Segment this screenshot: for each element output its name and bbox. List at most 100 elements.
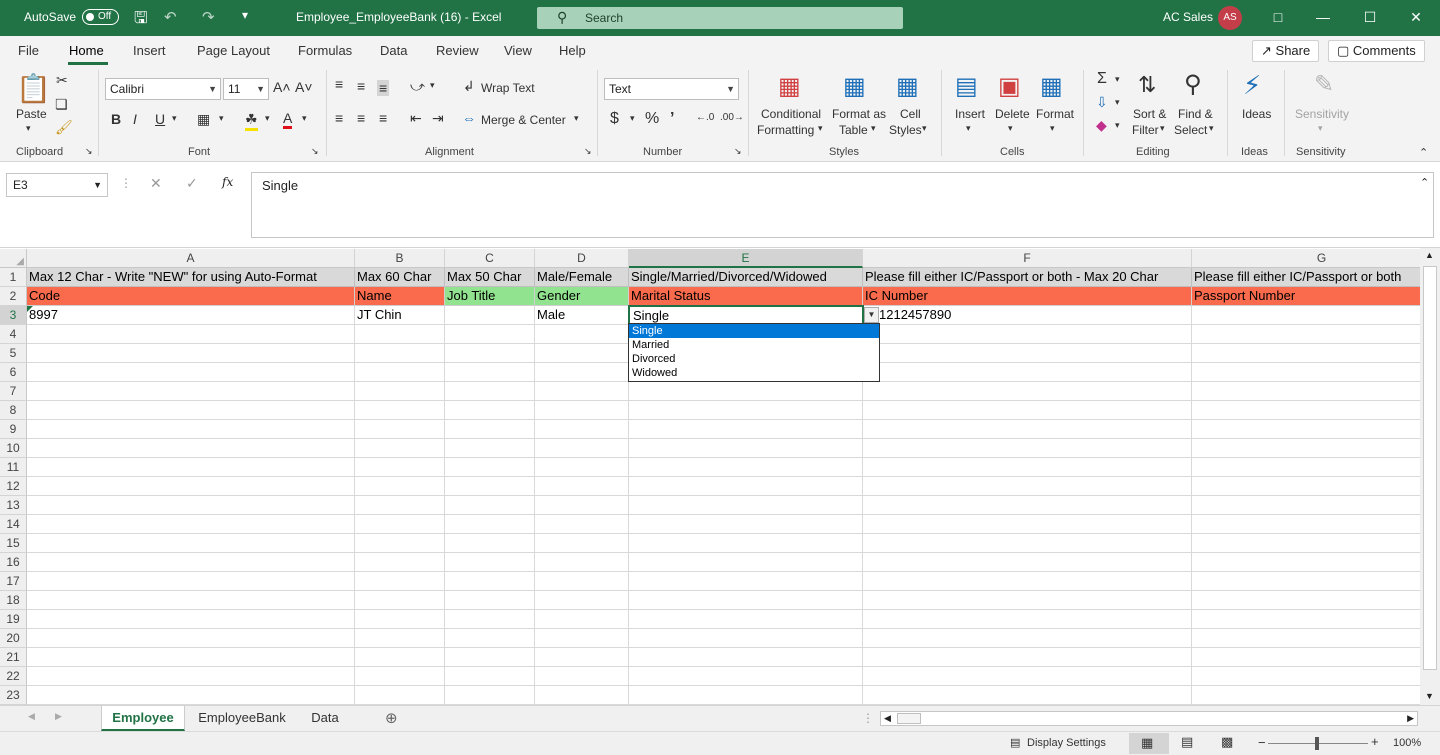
tab-help[interactable]: Help xyxy=(559,43,586,58)
empty-cell[interactable] xyxy=(27,363,355,382)
empty-cell[interactable] xyxy=(863,610,1192,629)
empty-cell[interactable] xyxy=(445,629,535,648)
search-box[interactable]: ⚲ Search xyxy=(537,7,903,29)
zoom-level[interactable]: 100% xyxy=(1393,737,1421,749)
decrease-font-icon[interactable]: A˅ xyxy=(295,79,313,95)
empty-cell[interactable] xyxy=(1192,344,1420,363)
row-header[interactable]: 1 xyxy=(0,268,27,287)
font-launcher-icon[interactable]: ↘ xyxy=(311,146,319,157)
empty-cell[interactable] xyxy=(629,496,863,515)
row-header[interactable]: 10 xyxy=(0,439,27,458)
empty-cell[interactable] xyxy=(863,344,1192,363)
cell-b3[interactable]: JT Chin xyxy=(355,306,445,325)
format-painter-icon[interactable]: 🖌 xyxy=(55,119,73,136)
align-middle-icon[interactable]: ≡ xyxy=(357,78,365,94)
ideas-button-label[interactable]: Ideas xyxy=(1242,107,1271,121)
clear-icon[interactable]: ◆ xyxy=(1096,117,1107,134)
save-icon[interactable]: 🖫 xyxy=(134,7,148,34)
empty-cell[interactable] xyxy=(1192,553,1420,572)
display-settings-label[interactable]: Display Settings xyxy=(1027,737,1106,749)
empty-cell[interactable] xyxy=(445,591,535,610)
empty-cell[interactable] xyxy=(535,496,629,515)
empty-cell[interactable] xyxy=(1192,496,1420,515)
number-format-combo[interactable]: Text ▼ xyxy=(604,78,739,100)
empty-cell[interactable] xyxy=(445,382,535,401)
empty-cell[interactable] xyxy=(629,420,863,439)
cell-d3[interactable]: Male xyxy=(535,306,629,325)
empty-cell[interactable] xyxy=(863,477,1192,496)
empty-cell[interactable] xyxy=(863,363,1192,382)
customize-qat-icon[interactable]: ▾ xyxy=(242,8,248,22)
chevron-down-icon[interactable]: ▾ xyxy=(1115,97,1120,108)
tab-insert[interactable]: Insert xyxy=(133,43,166,58)
font-color-icon[interactable]: A xyxy=(283,110,293,129)
empty-cell[interactable] xyxy=(355,648,445,667)
empty-cell[interactable] xyxy=(1192,591,1420,610)
empty-cell[interactable] xyxy=(535,667,629,686)
ribbon-display-options-icon[interactable]: □ xyxy=(1255,0,1301,36)
empty-cell[interactable] xyxy=(27,610,355,629)
empty-cell[interactable] xyxy=(445,477,535,496)
empty-cell[interactable] xyxy=(27,686,355,705)
chevron-down-icon[interactable]: ▾ xyxy=(818,123,823,134)
empty-cell[interactable] xyxy=(629,553,863,572)
insert-cells-icon[interactable]: ▤ xyxy=(955,72,978,101)
cell-e2[interactable]: Marital Status xyxy=(629,287,863,306)
conditional-formatting-label-2[interactable]: Formatting xyxy=(757,123,814,137)
increase-decimal-icon[interactable]: ←.0 xyxy=(696,112,714,123)
empty-cell[interactable] xyxy=(355,553,445,572)
ideas-icon[interactable]: ⚡ xyxy=(1243,70,1261,101)
empty-cell[interactable] xyxy=(535,610,629,629)
empty-cell[interactable] xyxy=(355,667,445,686)
cell-b2[interactable]: Name xyxy=(355,287,445,306)
clipboard-launcher-icon[interactable]: ↘ xyxy=(85,146,93,157)
chevron-down-icon[interactable]: ▾ xyxy=(630,113,635,124)
tab-formulas[interactable]: Formulas xyxy=(298,43,352,58)
empty-cell[interactable] xyxy=(445,515,535,534)
conditional-formatting-icon[interactable]: ▦ xyxy=(778,72,801,101)
fill-icon[interactable]: ⇩ xyxy=(1096,94,1108,111)
find-select-label-1[interactable]: Find & xyxy=(1178,107,1213,121)
chevron-down-icon[interactable]: ▾ xyxy=(1008,123,1013,134)
cell-f1[interactable]: Please fill either IC/Passport or both -… xyxy=(863,268,1192,287)
empty-cell[interactable] xyxy=(863,496,1192,515)
cell-c2[interactable]: Job Title xyxy=(445,287,535,306)
empty-cell[interactable] xyxy=(535,629,629,648)
expand-formula-bar-icon[interactable]: ⌃ xyxy=(1420,176,1429,189)
sort-filter-label-1[interactable]: Sort & xyxy=(1133,107,1166,121)
empty-cell[interactable] xyxy=(1192,363,1420,382)
collapse-ribbon-icon[interactable]: ⌃ xyxy=(1419,146,1428,159)
cell-f3[interactable]: 1212457890 xyxy=(863,306,1192,325)
tab-split-handle-icon[interactable]: ⋮ xyxy=(862,711,874,725)
align-right-icon[interactable]: ≡ xyxy=(379,110,387,126)
cell-b1[interactable]: Max 60 Char xyxy=(355,268,445,287)
insert-function-icon[interactable]: fx xyxy=(222,175,233,189)
cut-icon[interactable]: ✂ xyxy=(56,72,68,89)
scroll-right-icon[interactable]: ▶ xyxy=(1407,713,1414,724)
number-launcher-icon[interactable]: ↘ xyxy=(734,146,742,157)
sheet-tab-employee[interactable]: Employee xyxy=(101,706,185,731)
chevron-down-icon[interactable]: ▾ xyxy=(966,123,971,134)
merge-center-button[interactable]: Merge & Center xyxy=(481,113,566,127)
empty-cell[interactable] xyxy=(445,534,535,553)
empty-cell[interactable] xyxy=(629,667,863,686)
empty-cell[interactable] xyxy=(27,420,355,439)
empty-cell[interactable] xyxy=(355,534,445,553)
empty-cell[interactable] xyxy=(863,458,1192,477)
cell-styles-icon[interactable]: ▦ xyxy=(896,72,919,101)
select-all-button[interactable]: ◢ xyxy=(0,249,27,268)
empty-cell[interactable] xyxy=(1192,382,1420,401)
empty-cell[interactable] xyxy=(1192,572,1420,591)
tab-data[interactable]: Data xyxy=(380,43,407,58)
row-header[interactable]: 4 xyxy=(0,325,27,344)
tab-review[interactable]: Review xyxy=(436,43,479,58)
scroll-up-icon[interactable]: ▲ xyxy=(1425,250,1434,260)
borders-icon[interactable]: ▦ xyxy=(197,111,210,128)
horizontal-scroll-thumb[interactable] xyxy=(897,713,921,724)
empty-cell[interactable] xyxy=(863,629,1192,648)
fill-color-icon[interactable]: ☘ xyxy=(245,111,258,131)
empty-cell[interactable] xyxy=(535,534,629,553)
empty-cell[interactable] xyxy=(445,420,535,439)
comments-button[interactable]: ▢ Comments xyxy=(1328,40,1425,62)
row-header[interactable]: 18 xyxy=(0,591,27,610)
